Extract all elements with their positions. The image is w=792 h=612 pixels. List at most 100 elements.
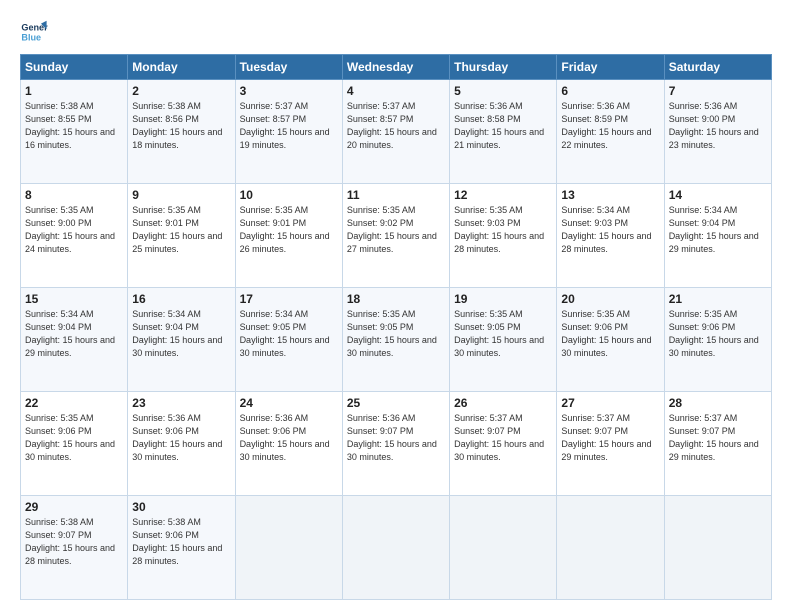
calendar-week-row: 1Sunrise: 5:38 AMSunset: 8:55 PMDaylight…: [21, 80, 772, 184]
day-info: Sunrise: 5:36 AMSunset: 8:58 PMDaylight:…: [454, 100, 552, 152]
day-number: 15: [25, 292, 123, 306]
day-info: Sunrise: 5:38 AMSunset: 8:56 PMDaylight:…: [132, 100, 230, 152]
calendar-week-row: 15 Sunrise: 5:34 AMSunset: 9:04 PMDayligh…: [21, 288, 772, 392]
day-number: 17: [240, 292, 338, 306]
calendar-cell: 28 Sunrise: 5:37 AMSunset: 9:07 PMDayligh…: [664, 392, 771, 496]
header-day-sunday: Sunday: [21, 55, 128, 80]
svg-text:Blue: Blue: [21, 32, 41, 42]
day-info: Sunrise: 5:35 AMSunset: 9:00 PMDaylight:…: [25, 204, 123, 256]
day-info: Sunrise: 5:37 AMSunset: 9:07 PMDaylight:…: [561, 412, 659, 464]
day-number: 18: [347, 292, 445, 306]
header-day-saturday: Saturday: [664, 55, 771, 80]
calendar-cell: 14 Sunrise: 5:34 AMSunset: 9:04 PMDayligh…: [664, 184, 771, 288]
day-info: Sunrise: 5:36 AMSunset: 9:07 PMDaylight:…: [347, 412, 445, 464]
calendar-week-row: 22 Sunrise: 5:35 AMSunset: 9:06 PMDayligh…: [21, 392, 772, 496]
day-info: Sunrise: 5:38 AMSunset: 8:55 PMDaylight:…: [25, 100, 123, 152]
calendar-cell: [342, 496, 449, 600]
calendar-cell: 13 Sunrise: 5:34 AMSunset: 9:03 PMDayligh…: [557, 184, 664, 288]
calendar-cell: 4 Sunrise: 5:37 AMSunset: 8:57 PMDaylight…: [342, 80, 449, 184]
header-day-thursday: Thursday: [450, 55, 557, 80]
day-info: Sunrise: 5:37 AMSunset: 8:57 PMDaylight:…: [347, 100, 445, 152]
calendar-cell: 1Sunrise: 5:38 AMSunset: 8:55 PMDaylight…: [21, 80, 128, 184]
calendar-cell: 8Sunrise: 5:35 AMSunset: 9:00 PMDaylight…: [21, 184, 128, 288]
logo: General Blue: [20, 18, 52, 46]
day-info: Sunrise: 5:34 AMSunset: 9:04 PMDaylight:…: [132, 308, 230, 360]
day-info: Sunrise: 5:36 AMSunset: 9:00 PMDaylight:…: [669, 100, 767, 152]
calendar-cell: 12 Sunrise: 5:35 AMSunset: 9:03 PMDayligh…: [450, 184, 557, 288]
day-number: 6: [561, 84, 659, 98]
header-day-friday: Friday: [557, 55, 664, 80]
calendar-header-row: SundayMondayTuesdayWednesdayThursdayFrid…: [21, 55, 772, 80]
calendar-cell: 26Sunrise: 5:37 AMSunset: 9:07 PMDayligh…: [450, 392, 557, 496]
day-info: Sunrise: 5:35 AMSunset: 9:01 PMDaylight:…: [132, 204, 230, 256]
day-info: Sunrise: 5:34 AMSunset: 9:04 PMDaylight:…: [669, 204, 767, 256]
day-number: 21: [669, 292, 767, 306]
day-number: 4: [347, 84, 445, 98]
day-number: 27: [561, 396, 659, 410]
calendar-cell: 29 Sunrise: 5:38 AMSunset: 9:07 PMDayligh…: [21, 496, 128, 600]
calendar-cell: 23 Sunrise: 5:36 AMSunset: 9:06 PMDayligh…: [128, 392, 235, 496]
day-info: Sunrise: 5:35 AMSunset: 9:06 PMDaylight:…: [669, 308, 767, 360]
day-info: Sunrise: 5:37 AMSunset: 9:07 PMDaylight:…: [669, 412, 767, 464]
day-info: Sunrise: 5:37 AMSunset: 8:57 PMDaylight:…: [240, 100, 338, 152]
day-info: Sunrise: 5:35 AMSunset: 9:03 PMDaylight:…: [454, 204, 552, 256]
day-number: 28: [669, 396, 767, 410]
day-info: Sunrise: 5:38 AMSunset: 9:07 PMDaylight:…: [25, 516, 123, 568]
day-info: Sunrise: 5:35 AMSunset: 9:06 PMDaylight:…: [25, 412, 123, 464]
calendar-cell: [235, 496, 342, 600]
day-info: Sunrise: 5:34 AMSunset: 9:03 PMDaylight:…: [561, 204, 659, 256]
calendar-cell: 20 Sunrise: 5:35 AMSunset: 9:06 PMDayligh…: [557, 288, 664, 392]
calendar-table: SundayMondayTuesdayWednesdayThursdayFrid…: [20, 54, 772, 600]
day-number: 11: [347, 188, 445, 202]
day-number: 12: [454, 188, 552, 202]
day-number: 10: [240, 188, 338, 202]
calendar-cell: 17 Sunrise: 5:34 AMSunset: 9:05 PMDayligh…: [235, 288, 342, 392]
day-number: 22: [25, 396, 123, 410]
calendar-body: 1Sunrise: 5:38 AMSunset: 8:55 PMDaylight…: [21, 80, 772, 600]
calendar-cell: 21 Sunrise: 5:35 AMSunset: 9:06 PMDayligh…: [664, 288, 771, 392]
header-day-wednesday: Wednesday: [342, 55, 449, 80]
calendar-cell: 16Sunrise: 5:34 AMSunset: 9:04 PMDayligh…: [128, 288, 235, 392]
day-number: 23: [132, 396, 230, 410]
day-number: 13: [561, 188, 659, 202]
day-info: Sunrise: 5:35 AMSunset: 9:05 PMDaylight:…: [347, 308, 445, 360]
calendar-cell: 18 Sunrise: 5:35 AMSunset: 9:05 PMDayligh…: [342, 288, 449, 392]
calendar-cell: 15 Sunrise: 5:34 AMSunset: 9:04 PMDayligh…: [21, 288, 128, 392]
day-number: 5: [454, 84, 552, 98]
day-number: 29: [25, 500, 123, 514]
calendar-cell: 24 Sunrise: 5:36 AMSunset: 9:06 PMDayligh…: [235, 392, 342, 496]
day-number: 24: [240, 396, 338, 410]
day-info: Sunrise: 5:34 AMSunset: 9:05 PMDaylight:…: [240, 308, 338, 360]
day-info: Sunrise: 5:36 AMSunset: 9:06 PMDaylight:…: [132, 412, 230, 464]
day-info: Sunrise: 5:35 AMSunset: 9:02 PMDaylight:…: [347, 204, 445, 256]
calendar-week-row: 8Sunrise: 5:35 AMSunset: 9:00 PMDaylight…: [21, 184, 772, 288]
day-number: 7: [669, 84, 767, 98]
day-number: 9: [132, 188, 230, 202]
day-number: 25: [347, 396, 445, 410]
calendar-cell: 27 Sunrise: 5:37 AMSunset: 9:07 PMDayligh…: [557, 392, 664, 496]
day-info: Sunrise: 5:34 AMSunset: 9:04 PMDaylight:…: [25, 308, 123, 360]
day-info: Sunrise: 5:36 AMSunset: 9:06 PMDaylight:…: [240, 412, 338, 464]
calendar-cell: 19 Sunrise: 5:35 AMSunset: 9:05 PMDayligh…: [450, 288, 557, 392]
calendar-week-row: 29 Sunrise: 5:38 AMSunset: 9:07 PMDayligh…: [21, 496, 772, 600]
day-number: 14: [669, 188, 767, 202]
calendar-cell: 3 Sunrise: 5:37 AMSunset: 8:57 PMDaylight…: [235, 80, 342, 184]
day-number: 26: [454, 396, 552, 410]
day-number: 2: [132, 84, 230, 98]
calendar-cell: 30Sunrise: 5:38 AMSunset: 9:06 PMDayligh…: [128, 496, 235, 600]
header-day-monday: Monday: [128, 55, 235, 80]
calendar-cell: 2 Sunrise: 5:38 AMSunset: 8:56 PMDaylight…: [128, 80, 235, 184]
day-number: 3: [240, 84, 338, 98]
calendar-cell: 9 Sunrise: 5:35 AMSunset: 9:01 PMDaylight…: [128, 184, 235, 288]
calendar-cell: [450, 496, 557, 600]
calendar-cell: 5 Sunrise: 5:36 AMSunset: 8:58 PMDaylight…: [450, 80, 557, 184]
day-number: 20: [561, 292, 659, 306]
logo-icon: General Blue: [20, 18, 48, 46]
day-number: 30: [132, 500, 230, 514]
page-header: General Blue: [20, 18, 772, 46]
calendar-cell: [557, 496, 664, 600]
day-info: Sunrise: 5:35 AMSunset: 9:05 PMDaylight:…: [454, 308, 552, 360]
day-number: 19: [454, 292, 552, 306]
day-info: Sunrise: 5:36 AMSunset: 8:59 PMDaylight:…: [561, 100, 659, 152]
day-info: Sunrise: 5:35 AMSunset: 9:06 PMDaylight:…: [561, 308, 659, 360]
